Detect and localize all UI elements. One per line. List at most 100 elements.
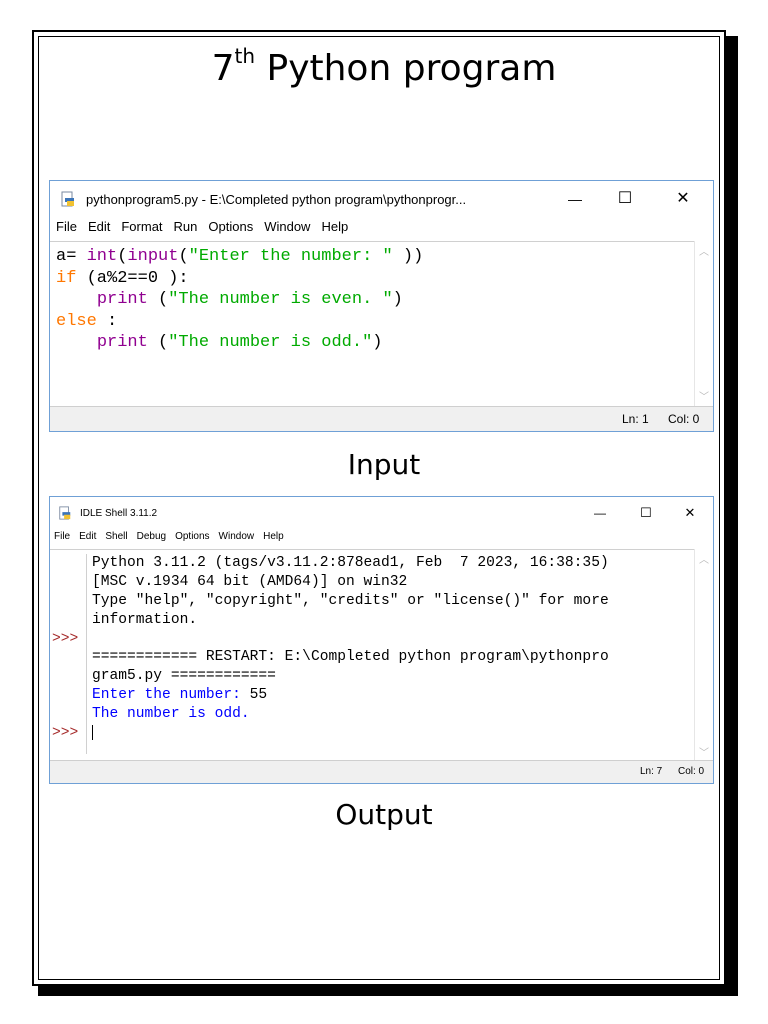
code-line[interactable]: if (a%2==0 ):	[56, 268, 423, 290]
code-token: if	[56, 268, 77, 288]
page-title: 7th Python program	[0, 44, 768, 89]
user-input-value: 55	[249, 687, 268, 704]
code-token: ))	[392, 247, 424, 266]
shell-line-text: Enter the number:	[92, 687, 250, 704]
status-column: Col: 0	[668, 412, 700, 426]
shell-line: gram5.py ============	[92, 667, 609, 686]
code-token: "Enter the number: "	[188, 247, 393, 266]
menu-item-window[interactable]: Window	[219, 531, 255, 547]
code-token: )	[392, 290, 403, 309]
editor-statusbar: Ln: 1 Col: 0	[50, 406, 713, 431]
shell-statusbar: Ln: 7 Col: 0	[50, 760, 713, 783]
code-line[interactable]: a= int(input("Enter the number: " ))	[56, 246, 423, 268]
status-line: Ln: 1	[622, 412, 649, 426]
title-text: Python program	[255, 48, 557, 89]
code-line[interactable]: else :	[56, 311, 423, 333]
menu-item-run[interactable]: Run	[174, 219, 198, 239]
menu-item-edit[interactable]: Edit	[79, 531, 96, 547]
shell-prompt-gutter: >>> >>>	[50, 554, 87, 754]
code-token: (	[117, 247, 128, 266]
shell-title: IDLE Shell 3.11.2	[80, 507, 158, 519]
shell-prompt: >>>	[52, 630, 79, 647]
menu-item-options[interactable]: Options	[175, 531, 209, 547]
minimize-icon[interactable]: —	[580, 497, 620, 529]
status-line: Ln: 7	[640, 766, 663, 777]
shell-line: information.	[92, 611, 609, 630]
code-token: else	[56, 311, 97, 331]
menu-item-file[interactable]: File	[56, 219, 77, 239]
editor-text-area[interactable]: a= int(input("Enter the number: " )) if (…	[50, 241, 695, 408]
editor-scrollbar[interactable]: ︿ ﹀	[694, 241, 713, 407]
shell-line: [MSC v.1934 64 bit (AMD64)] on win32	[92, 573, 609, 592]
shell-line	[92, 724, 609, 743]
shell-line-text: The number is odd.	[92, 706, 250, 723]
menu-item-options[interactable]: Options	[208, 219, 253, 239]
input-caption: Input	[347, 448, 421, 481]
output-caption: Output	[335, 798, 433, 831]
scroll-up-icon[interactable]: ︿	[695, 243, 713, 258]
menu-item-shell[interactable]: Shell	[105, 531, 127, 547]
menu-item-help[interactable]: Help	[263, 531, 284, 547]
code-line[interactable]: print ("The number is even. ")	[56, 289, 423, 311]
code-token: int	[86, 247, 118, 266]
shell-line-text: gram5.py ============	[92, 668, 276, 685]
code-token: (	[147, 290, 169, 309]
menu-item-help[interactable]: Help	[321, 219, 348, 239]
shell-line-text: Python 3.11.2 (tags/v3.11.2:878ead1, Feb…	[92, 555, 609, 571]
title-superscript: th	[234, 44, 256, 68]
menu-item-file[interactable]: File	[54, 531, 70, 547]
maximize-icon[interactable]: ☐	[626, 497, 666, 529]
minimize-icon[interactable]: —	[552, 181, 598, 217]
code-token: a=	[56, 247, 87, 266]
shell-prompt: >>>	[52, 725, 79, 742]
shell-line-text: Type "help", "copyright", "credits" or "…	[92, 592, 609, 609]
code-token: (a%2==0 ):	[76, 268, 189, 288]
close-icon[interactable]: ✕	[660, 181, 706, 217]
shell-line: Type "help", "copyright", "credits" or "…	[92, 592, 609, 611]
maximize-icon[interactable]: ☐	[602, 181, 648, 217]
close-icon[interactable]: ✕	[670, 497, 710, 529]
python-file-icon	[60, 191, 76, 207]
shell-line: Enter the number: 55	[92, 686, 609, 705]
menu-item-debug[interactable]: Debug	[137, 531, 166, 547]
code-token: "The number is odd."	[168, 333, 373, 352]
editor-code[interactable]: a= int(input("Enter the number: " )) if (…	[56, 246, 423, 354]
code-token: (	[178, 247, 189, 266]
menu-item-format[interactable]: Format	[121, 219, 162, 239]
shell-text-area[interactable]: >>> >>> Python 3.11.2 (tags/v3.11.2:878ea…	[50, 549, 695, 762]
code-token: :	[96, 311, 118, 331]
code-token: print	[96, 290, 148, 309]
editor-titlebar[interactable]: pythonprogram5.py - E:\Completed python …	[50, 181, 713, 217]
shell-line-text: information.	[92, 611, 198, 628]
shell-output[interactable]: Python 3.11.2 (tags/v3.11.2:878ead1, Feb…	[92, 554, 609, 743]
shell-line: Python 3.11.2 (tags/v3.11.2:878ead1, Feb…	[92, 554, 609, 573]
shell-line: ============ RESTART: E:\Completed pytho…	[92, 648, 609, 667]
scroll-up-icon[interactable]: ︿	[695, 551, 713, 566]
editor-menubar: File Edit Format Run Options Window Help	[50, 219, 713, 239]
code-token: input	[127, 247, 179, 266]
shell-window: IDLE Shell 3.11.2 — ☐ ✕ File Edit Shell Deb…	[49, 496, 714, 784]
shell-line-text: ============ RESTART: E:\Completed pytho…	[92, 649, 609, 666]
shell-menubar: File Edit Shell Debug Options Window Help	[50, 531, 713, 547]
code-token: (	[147, 333, 169, 352]
text-cursor	[92, 724, 93, 740]
code-token: print	[96, 333, 148, 352]
shell-line: The number is odd.	[92, 705, 609, 724]
title-number: 7	[211, 48, 235, 89]
python-shell-icon	[58, 506, 72, 520]
editor-window: pythonprogram5.py - E:\Completed python …	[49, 180, 714, 432]
status-column: Col: 0	[678, 766, 705, 777]
menu-item-window[interactable]: Window	[264, 219, 310, 239]
code-line[interactable]: print ("The number is odd.")	[56, 332, 423, 354]
menu-item-edit[interactable]: Edit	[88, 219, 110, 239]
code-token: "The number is even. "	[168, 290, 393, 309]
shell-scrollbar[interactable]: ︿ ﹀	[694, 549, 713, 761]
editor-title: pythonprogram5.py - E:\Completed python …	[86, 191, 467, 207]
scroll-down-icon[interactable]: ﹀	[695, 388, 713, 403]
scroll-down-icon[interactable]: ﹀	[695, 744, 713, 759]
shell-titlebar[interactable]: IDLE Shell 3.11.2 — ☐ ✕	[50, 497, 713, 529]
shell-line-text: [MSC v.1934 64 bit (AMD64)] on win32	[92, 573, 408, 590]
